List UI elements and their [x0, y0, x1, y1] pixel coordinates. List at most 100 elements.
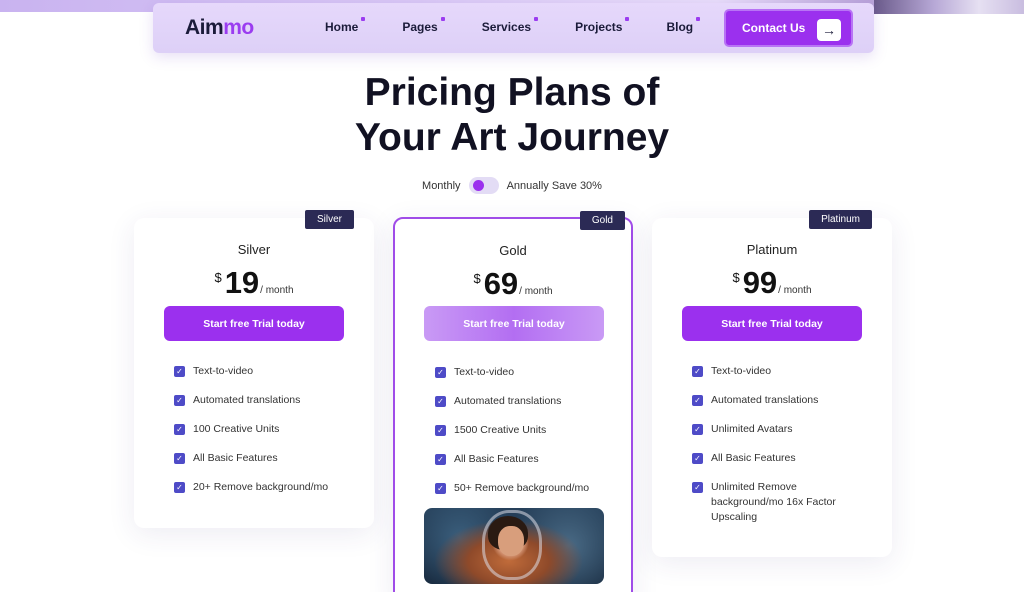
- feature-label: Automated translations: [193, 394, 301, 406]
- nav-projects[interactable]: Projects: [575, 17, 630, 34]
- feature-item: ✓ Automated translations: [435, 394, 595, 409]
- start-trial-button[interactable]: Start free Trial today: [682, 306, 862, 341]
- plan-name: Platinum: [746, 242, 798, 257]
- feature-item: ✓ All Basic Features: [435, 452, 595, 467]
- feature-label: Text-to-video: [711, 365, 772, 377]
- page-title-line1: Pricing Plans of: [364, 71, 660, 114]
- feature-item: ✓ Automated translations: [692, 393, 852, 408]
- feature-list: ✓ Text-to-video ✓ Automated translations ✓…: [692, 364, 852, 539]
- price-amount: 99: [742, 265, 778, 300]
- price-period: / month: [778, 285, 812, 296]
- checkbox-icon: ✓: [692, 482, 703, 493]
- feature-item: ✓ Unlimited Avatars: [692, 422, 852, 437]
- feature-label: Text-to-video: [454, 366, 515, 378]
- arrow-right-icon: →: [817, 19, 841, 41]
- checkbox-icon: ✓: [435, 425, 446, 436]
- checkbox-icon: ✓: [174, 395, 185, 406]
- feature-item: ✓ Text-to-video: [435, 365, 595, 380]
- navbar: Aimmo Home Pages Services Projects Blog …: [153, 3, 874, 53]
- nav-pages-label: Pages: [402, 20, 438, 34]
- plan-badge: Gold: [579, 211, 625, 230]
- checkbox-icon: ✓: [692, 366, 703, 377]
- checkbox-icon: ✓: [174, 482, 185, 493]
- feature-label: 50+ Remove background/mo: [454, 482, 590, 494]
- price-period: / month: [519, 286, 553, 297]
- feature-label: All Basic Features: [193, 452, 278, 464]
- price-amount: 19: [224, 265, 260, 300]
- nav-projects-label: Projects: [575, 20, 623, 34]
- checkbox-icon: ✓: [435, 396, 446, 407]
- price: $ 19 / month: [134, 266, 374, 300]
- astronaut-image: [424, 508, 604, 584]
- feature-item: ✓ All Basic Features: [692, 451, 852, 466]
- checkbox-icon: ✓: [174, 453, 185, 464]
- start-trial-button[interactable]: Start free Trial today: [424, 306, 604, 341]
- billing-toggle[interactable]: [468, 177, 499, 194]
- feature-label: 20+ Remove background/mo: [193, 481, 329, 493]
- price-currency: $: [473, 271, 481, 286]
- feature-item: ✓ Text-to-video: [692, 364, 852, 379]
- nav-dot-icon: [534, 17, 539, 21]
- feature-label: Unlimited Remove background/mo 16x Facto…: [711, 481, 836, 523]
- feature-item: ✓ 100 Creative Units: [174, 422, 334, 437]
- nav-dot-icon: [361, 17, 366, 21]
- logo-accent-text: mo: [223, 16, 254, 39]
- feature-item: ✓ Unlimited Remove background/mo 16x Fact…: [692, 480, 852, 525]
- feature-list: ✓ Text-to-video ✓ Automated translations ✓…: [435, 365, 595, 510]
- top-banner-image: [874, 0, 1024, 14]
- page-title-line2: Your Art Journey: [354, 116, 670, 159]
- billing-toggle-row: Monthly Annually Save 30%: [0, 177, 1024, 194]
- page-title: Pricing Plans of Your Art Journey: [0, 70, 1024, 160]
- checkbox-icon: ✓: [692, 453, 703, 464]
- astronaut-helmet: [482, 510, 542, 580]
- pricing-card-silver: Silver Silver $ 19 / month Start free Tr…: [134, 210, 374, 528]
- feature-label: All Basic Features: [711, 452, 796, 464]
- plan-badge: Silver: [304, 210, 354, 229]
- logo[interactable]: Aimmo: [185, 16, 254, 40]
- checkbox-icon: ✓: [174, 366, 185, 377]
- feature-item: ✓ Automated translations: [174, 393, 334, 408]
- checkbox-icon: ✓: [435, 454, 446, 465]
- price-period: / month: [260, 285, 294, 296]
- nav-blog-label: Blog: [666, 20, 694, 34]
- feature-list: ✓ Text-to-video ✓ Automated translations ✓…: [174, 364, 334, 509]
- price-amount: 69: [483, 266, 519, 301]
- pricing-card-platinum: Platinum Platinum $ 99 / month Start fre…: [652, 210, 892, 557]
- checkbox-icon: ✓: [692, 424, 703, 435]
- feature-label: Automated translations: [711, 394, 819, 406]
- logo-text: Aim: [185, 16, 224, 39]
- monthly-label: Monthly: [422, 179, 461, 192]
- nav-home-label: Home: [325, 20, 359, 34]
- feature-item: ✓ 20+ Remove background/mo: [174, 480, 334, 495]
- plan-name: Gold: [499, 243, 527, 258]
- feature-item: ✓ Text-to-video: [174, 364, 334, 379]
- feature-item: ✓ 1500 Creative Units: [435, 423, 595, 438]
- nav-pages[interactable]: Pages: [402, 17, 445, 34]
- nav-home[interactable]: Home: [325, 17, 366, 34]
- nav-dot-icon: [625, 17, 630, 21]
- feature-label: All Basic Features: [454, 453, 539, 465]
- nav-dot-icon: [696, 17, 701, 21]
- nav-links: Home Pages Services Projects Blog: [325, 17, 737, 34]
- nav-dot-icon: [440, 17, 445, 21]
- nav-services[interactable]: Services: [482, 17, 539, 34]
- contact-us-button[interactable]: Contact Us →: [724, 9, 853, 47]
- start-trial-button[interactable]: Start free Trial today: [164, 306, 344, 341]
- checkbox-icon: ✓: [435, 483, 446, 494]
- feature-label: 1500 Creative Units: [454, 424, 547, 436]
- price: $ 99 / month: [652, 266, 892, 300]
- contact-us-label: Contact Us: [742, 21, 806, 35]
- price-currency: $: [732, 270, 740, 285]
- checkbox-icon: ✓: [174, 424, 185, 435]
- nav-blog[interactable]: Blog: [666, 17, 701, 34]
- toggle-knob: [472, 180, 484, 191]
- pricing-card-gold: Gold Gold $ 69 / month Start free Trial …: [393, 211, 633, 592]
- feature-item: ✓ All Basic Features: [174, 451, 334, 466]
- price-currency: $: [214, 270, 222, 285]
- feature-label: Automated translations: [454, 395, 562, 407]
- feature-item: ✓ 50+ Remove background/mo: [435, 481, 595, 496]
- feature-label: Unlimited Avatars: [711, 423, 793, 435]
- feature-label: 100 Creative Units: [193, 423, 280, 435]
- annual-label: Annually Save 30%: [506, 179, 602, 192]
- plan-name: Silver: [237, 242, 271, 257]
